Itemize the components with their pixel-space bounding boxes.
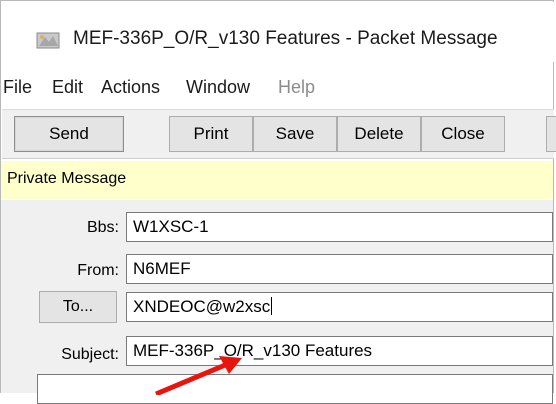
menu-edit[interactable]: Edit <box>52 77 83 98</box>
subject-label: Subject: <box>61 346 119 363</box>
to-button[interactable]: To... <box>39 291 117 323</box>
bbs-label: Bbs: <box>86 219 119 236</box>
private-message-banner: Private Message <box>1 161 553 199</box>
menu-window[interactable]: Window <box>186 77 250 98</box>
window-title: MEF-336P_O/R_v130 Features - Packet Mess… <box>73 28 498 49</box>
menu-actions[interactable]: Actions <box>101 77 160 98</box>
menu-file[interactable]: File <box>3 77 32 98</box>
message-header-form: Bbs: W1XSC-1 From: N6MEF To... XNDEOC@w2… <box>1 200 553 404</box>
send-button[interactable]: Send <box>14 116 124 152</box>
from-label: From: <box>77 262 119 279</box>
menu-help[interactable]: Help <box>278 77 315 98</box>
menu-bar: File Edit Actions Window Help <box>2 65 554 99</box>
toolbar-overflow-button[interactable] <box>546 116 556 152</box>
text-cursor <box>271 297 273 315</box>
from-field[interactable]: N6MEF <box>126 254 553 284</box>
private-message-label: Private Message <box>7 170 127 187</box>
delete-button[interactable]: Delete <box>337 116 421 152</box>
subject-field[interactable]: MEF-336P_O/R_v130 Features <box>126 336 553 366</box>
to-field-value: XNDEOC@w2xsc <box>133 297 271 316</box>
app-icon <box>36 32 60 49</box>
title-bar: MEF-336P_O/R_v130 Features - Packet Mess… <box>2 2 554 62</box>
save-button[interactable]: Save <box>253 116 337 152</box>
print-button[interactable]: Print <box>169 116 253 152</box>
close-button[interactable]: Close <box>421 116 505 152</box>
toolbar: Send Print Save Delete Close <box>2 109 556 159</box>
message-body-textarea[interactable] <box>37 374 553 404</box>
to-field[interactable]: XNDEOC@w2xsc <box>126 292 553 322</box>
bbs-field[interactable]: W1XSC-1 <box>126 212 553 242</box>
